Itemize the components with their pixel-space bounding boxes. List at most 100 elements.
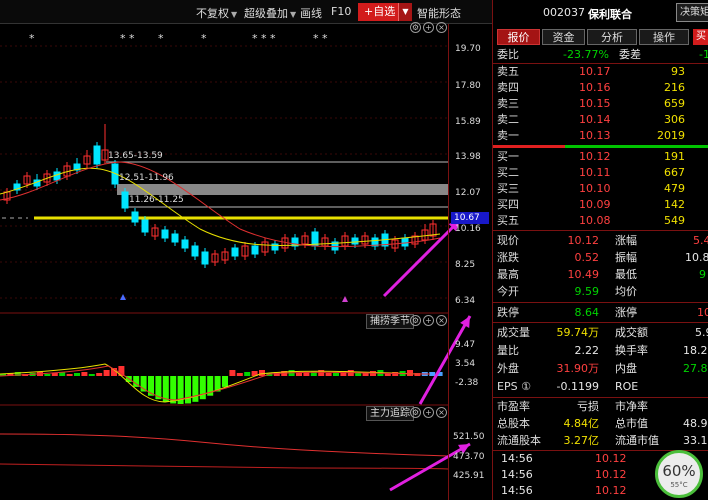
- ask-row[interactable]: 卖四 10.16 216: [493, 80, 708, 96]
- indicator2-name[interactable]: 主力追踪: [366, 406, 414, 421]
- add-icon[interactable]: +: [423, 22, 434, 33]
- tick-price: 10.12: [595, 484, 627, 497]
- grid-lines: [0, 45, 448, 406]
- add-icon[interactable]: +: [423, 315, 434, 326]
- fundamental-label: 市净率: [615, 400, 648, 413]
- ask-label: 卖四: [497, 81, 519, 94]
- candle-body: [181, 239, 189, 249]
- axis-tick: 425.91: [453, 471, 485, 481]
- quote-label: 涨跌: [497, 251, 519, 264]
- settings-icon[interactable]: ⚙: [410, 22, 421, 33]
- bid-label: 买二: [497, 166, 519, 179]
- candle-body: [93, 145, 101, 165]
- tab-analysis[interactable]: 分析: [587, 29, 637, 45]
- tab-quote[interactable]: 报价: [497, 29, 540, 45]
- histogram-bar: [222, 376, 228, 387]
- quote-row: 最高 10.49 最低 9: [493, 267, 708, 283]
- bid-label: 买四: [497, 198, 519, 211]
- kline-chart-area[interactable]: * * * * * * * * * * ⚙ + × 13.65-13.59 12…: [0, 22, 492, 500]
- tick-time: 14:56: [501, 484, 533, 497]
- ask-price: 10.15: [579, 97, 611, 110]
- divider: [493, 322, 708, 323]
- candle-body: [201, 251, 209, 265]
- volume-label: 量比: [497, 344, 519, 357]
- histogram-bar: [66, 374, 73, 376]
- quote-value: 9.59: [574, 285, 600, 298]
- add-icon[interactable]: +: [423, 407, 434, 418]
- volume-label[interactable]: EPS ①: [497, 379, 531, 395]
- tick-price: 10.12: [595, 452, 627, 465]
- settings-icon[interactable]: ⚙: [410, 315, 421, 326]
- histogram-bar: [325, 373, 332, 376]
- bid-row[interactable]: 买五 10.08 549: [493, 213, 708, 229]
- ask-row[interactable]: 卖一 10.13 2019: [493, 128, 708, 144]
- tab-funds[interactable]: 资金: [542, 29, 585, 45]
- fundamental-label: 流通市值: [615, 434, 659, 447]
- ask-row[interactable]: 卖二 10.14 306: [493, 112, 708, 128]
- histogram-bar: [355, 373, 362, 376]
- quote-label: 最高: [497, 268, 519, 281]
- ask-row[interactable]: 卖五 10.17 93: [493, 64, 708, 80]
- cpu-temperature-badge[interactable]: 60% 55°C: [655, 450, 703, 498]
- histogram-bar: [74, 373, 80, 376]
- overlay-dropdown[interactable]: 超级叠加 ▼: [244, 5, 296, 21]
- indicator1-name[interactable]: 捕捞季节: [366, 314, 414, 329]
- fundamental-value: 亏损: [577, 400, 599, 413]
- axis-tick: 8.25: [455, 260, 476, 270]
- volume-value: 59.74万: [556, 326, 600, 339]
- close-icon[interactable]: ×: [436, 315, 447, 326]
- chevron-down-icon[interactable]: ▼: [398, 3, 412, 21]
- bid-price: 10.11: [579, 166, 611, 179]
- weicha-value: -1: [699, 48, 708, 61]
- volume-row: 成交量 59.74万 成交额 5.9: [493, 325, 708, 341]
- quote-row: 涨跌 0.52 振幅 10.8: [493, 250, 708, 266]
- bid-row[interactable]: 买一 10.12 191: [493, 149, 708, 165]
- histogram-bar: [88, 374, 95, 376]
- weicha-label: 委差: [619, 48, 641, 61]
- axis-tick: 19.70: [455, 44, 481, 54]
- f10-button[interactable]: F10: [331, 5, 351, 18]
- tick-time: 14:56: [501, 452, 533, 465]
- fundamental-row: 总股本 4.84亿 总市值 48.9: [493, 416, 708, 432]
- close-icon[interactable]: ×: [436, 407, 447, 418]
- decision-matrix-button[interactable]: 决策矩阵: [676, 3, 708, 22]
- star-mark: *: [158, 32, 164, 45]
- ask-volume: 306: [664, 113, 685, 126]
- volume-label: 换手率: [615, 344, 648, 357]
- close-icon[interactable]: ×: [436, 22, 447, 33]
- draw-line-button[interactable]: 画线: [300, 5, 322, 21]
- volume-row: 外盘 31.90万 内盘 27.8: [493, 361, 708, 377]
- bid-row[interactable]: 买三 10.10 479: [493, 181, 708, 197]
- histogram-bar: [236, 373, 243, 376]
- ask-row[interactable]: 卖三 10.15 659: [493, 96, 708, 112]
- price-axis: 19.70 17.80 15.89 13.98 12.07 10.16 8.25…: [448, 24, 492, 313]
- settings-icon[interactable]: ⚙: [410, 407, 421, 418]
- histogram-bar: [185, 376, 191, 404]
- fundamental-row: 流通股本 3.27亿 流通市值 33.1: [493, 433, 708, 449]
- bid-row[interactable]: 买四 10.09 142: [493, 197, 708, 213]
- tab-buy[interactable]: 买: [693, 29, 708, 45]
- channel-label: 12.51-11.96: [119, 173, 174, 183]
- fuquan-dropdown[interactable]: 不复权 ▼: [196, 5, 237, 21]
- tab-operation[interactable]: 操作: [639, 29, 689, 45]
- tick-price: 10.12: [595, 468, 627, 481]
- current-price-tag: 10.67: [451, 212, 489, 224]
- quote-value: 10.12: [567, 234, 600, 247]
- bid-label: 买一: [497, 150, 519, 163]
- marker-triangle: [342, 296, 348, 302]
- histogram-bar: [244, 372, 251, 376]
- bid-row[interactable]: 买二 10.11 667: [493, 165, 708, 181]
- ask-price: 10.17: [579, 65, 611, 78]
- fundamental-value: 3.27亿: [563, 434, 600, 447]
- ask-label: 卖二: [497, 113, 519, 126]
- smart-pattern-button[interactable]: 智能形态: [417, 5, 461, 21]
- histogram-bar: [429, 372, 436, 376]
- ask-volume: 93: [671, 65, 685, 78]
- limit-down-value: 8.64: [574, 306, 600, 319]
- cpu-temperature: 55°C: [670, 481, 688, 489]
- ask-price: 10.13: [579, 129, 611, 142]
- histogram-bar: [81, 372, 88, 376]
- fundamental-label: 总市值: [615, 417, 648, 430]
- fundamental-row: 市盈率 亏损 市净率: [493, 399, 708, 415]
- star-mark: * *: [313, 32, 328, 45]
